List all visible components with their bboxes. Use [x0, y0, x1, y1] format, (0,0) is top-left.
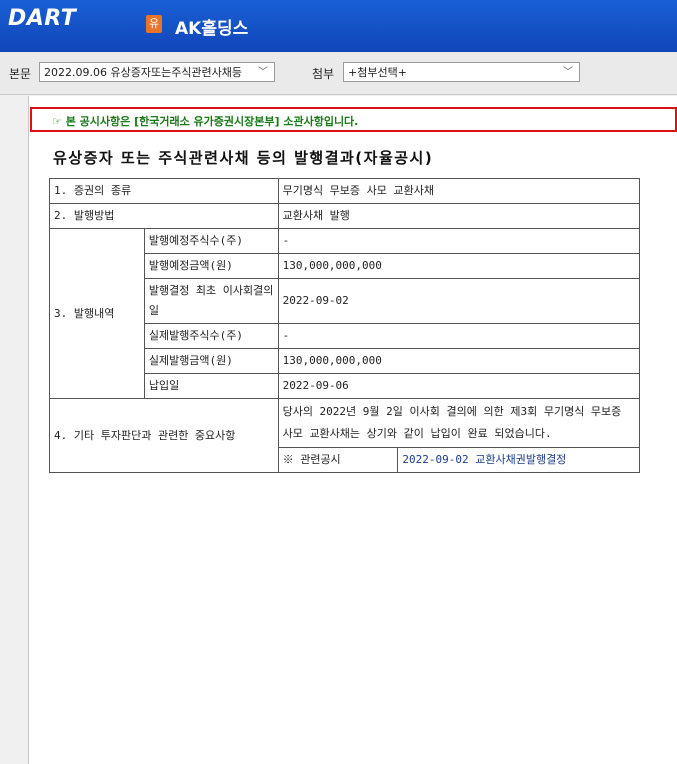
sub-label: 납입일: [143, 373, 279, 399]
notice-box: ☞ 본 공시사항은 [한국거래소 유가증권시장본부] 소관사항입니다.: [30, 107, 677, 132]
sub-value: -: [277, 323, 641, 349]
sub-label: 발행예정금액(원): [143, 253, 279, 279]
main-select[interactable]: 2022.09.06 유상증자또는주식관련사채등 ﹀: [39, 62, 275, 82]
chevron-down-icon: ﹀: [563, 67, 573, 78]
main-label: 본문: [9, 67, 32, 81]
table-row: 3. 발행내역 발행예정주식수(주) -: [49, 228, 641, 399]
row-label: 1. 증권의 종류: [49, 178, 279, 204]
row-label: 3. 발행내역: [49, 228, 145, 399]
row-value: 당사의 2022년 9월 2일 이사회 결의에 의한 제3회 무기명식 무보증 …: [277, 398, 641, 448]
dart-logo[interactable]: DART: [8, 6, 76, 31]
table-row: 2. 발행방법 교환사채 발행: [49, 203, 641, 229]
company-name: AK홀딩스: [175, 19, 249, 39]
row-value: 무기명식 무보증 사모 교환사채: [277, 178, 641, 204]
disclosure-table: 1. 증권의 종류 무기명식 무보증 사모 교환사채 2. 발행방법 교환사채 …: [49, 178, 641, 473]
row-value: 교환사채 발행: [277, 203, 641, 229]
sub-label: 실제발행주식수(주): [143, 323, 279, 349]
row-label: 4. 기타 투자판단과 관련한 중요사항: [49, 398, 279, 473]
chevron-down-icon: ﹀: [258, 67, 268, 78]
sub-value: -: [277, 228, 641, 254]
notice-text: ☞ 본 공시사항은 [한국거래소 유가증권시장본부] 소관사항입니다.: [52, 115, 359, 128]
sub-value: 130,000,000,000: [277, 348, 641, 374]
sub-label: 실제발행금액(원): [143, 348, 279, 374]
company-badge: 유: [146, 15, 162, 33]
sub-label: 발행예정주식수(주): [143, 228, 279, 254]
top-header: DART 유 AK홀딩스: [0, 0, 677, 52]
table-row: 1. 증권의 종류 무기명식 무보증 사모 교환사채: [49, 178, 641, 204]
toolbar: 본문 2022.09.06 유상증자또는주식관련사채등 ﹀ 첨부 +첨부선택+ …: [0, 52, 677, 95]
sub-value: 2022-09-02: [277, 278, 641, 324]
related-label: ※ 관련공시: [277, 447, 399, 473]
attach-label: 첨부: [312, 67, 335, 81]
row-label: 2. 발행방법: [49, 203, 279, 229]
sub-value: 130,000,000,000: [277, 253, 641, 279]
sub-value: 2022-09-06: [277, 373, 641, 399]
sub-label: 발행결정 최초 이사회결의일: [143, 278, 279, 324]
table-row: 4. 기타 투자판단과 관련한 중요사항 당사의 2022년 9월 2일 이사회…: [49, 398, 641, 473]
related-link[interactable]: 2022-09-02 교환사채권발행결정: [397, 447, 640, 473]
attach-select[interactable]: +첨부선택+ ﹀: [343, 62, 580, 82]
page-title: 유상증자 또는 주식관련사채 등의 발행결과(자율공시): [53, 149, 434, 167]
